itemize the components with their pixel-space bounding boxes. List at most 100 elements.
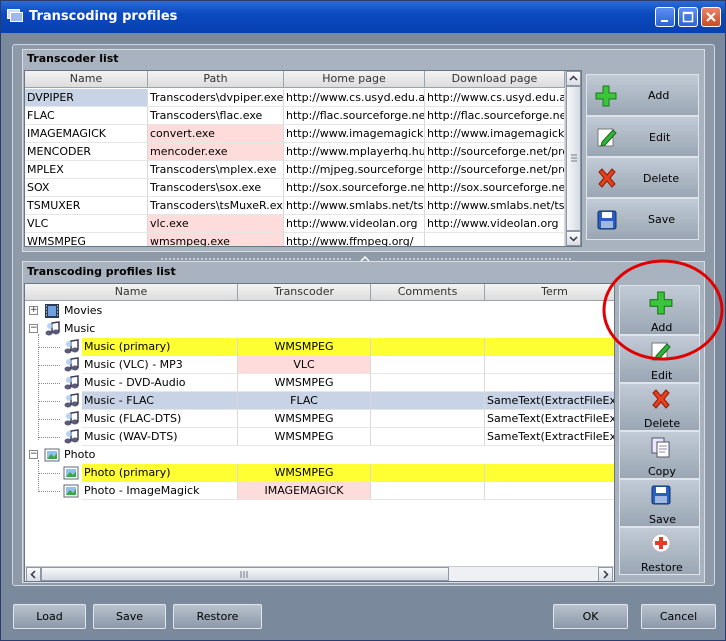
- transcoder-cell-path: Transcoders\dvpiper.exe: [148, 89, 284, 107]
- profile-copy-button[interactable]: Copy: [619, 431, 700, 479]
- transcoder-row[interactable]: SOX Transcoders\sox.exe http://sox.sourcef…: [25, 179, 565, 197]
- collapse-toggle[interactable]: −: [29, 450, 38, 459]
- transcoder-add-button[interactable]: Add: [586, 74, 699, 116]
- transcoder-save-button[interactable]: Save: [586, 198, 699, 240]
- transcoder-row[interactable]: VLC vlc.exe http://www.videolan.org http://…: [25, 215, 565, 233]
- transcoder-cell-name: DVPIPER: [25, 89, 148, 107]
- transcoder-row[interactable]: FLAC Transcoders\flac.exe http://flac.sour…: [25, 107, 565, 125]
- tree-folder-row[interactable]: − Photo: [25, 446, 614, 464]
- footer-save-button[interactable]: Save: [93, 604, 166, 629]
- transcoder-row[interactable]: WMSMPEG wmsmpeg.exe http://www.ffmpeg.org/: [25, 233, 565, 246]
- profile-restore-button[interactable]: Restore: [619, 527, 700, 575]
- delete-label: Delete: [644, 417, 681, 430]
- transcoder-cell-path: wmsmpeg.exe: [148, 233, 284, 246]
- transcoder-delete-button[interactable]: Delete: [586, 157, 699, 198]
- grip-icon: [571, 154, 577, 162]
- highlight-ring-annotation: [602, 259, 724, 361]
- tree-profile-row[interactable]: Music - FLACFLAC SameText(ExtractFileExt(…: [25, 392, 614, 410]
- tree-profile-row[interactable]: Music (VLC) - MP3 VLC: [25, 356, 614, 374]
- transcoder-edit-button[interactable]: Edit: [586, 116, 699, 157]
- cancel-button[interactable]: Cancel: [641, 604, 716, 629]
- transcoder-cell-name: TSMUXER: [25, 197, 148, 215]
- column-header-name[interactable]: Name: [25, 71, 148, 88]
- profile-cell-transcoder: WMSMPEG: [238, 410, 371, 428]
- minimize-button[interactable]: [655, 7, 675, 27]
- close-button[interactable]: [701, 7, 721, 27]
- transcoder-row[interactable]: IMAGEMAGICK convert.exe http://www.imagema…: [25, 125, 565, 143]
- column-header-home-page[interactable]: Home page: [284, 71, 425, 88]
- transcoder-cell-download: http://www.videolan.org: [425, 215, 565, 233]
- edit-label: Edit: [649, 131, 671, 144]
- column-header-transcoder[interactable]: Transcoder: [238, 284, 371, 301]
- folder-label: Movies: [64, 304, 103, 317]
- column-header-comments[interactable]: Comments: [371, 284, 485, 301]
- column-header-term[interactable]: Term: [485, 284, 614, 301]
- transcoder-cell-download: http://sourceforge.net/proje: [425, 161, 565, 179]
- tree-folder-row[interactable]: + Movies: [25, 302, 614, 320]
- title-bar[interactable]: Transcoding profiles: [1, 1, 725, 33]
- tree-profile-row[interactable]: Music (WAV-DTS) WMSMPEG SameText(ExtractFi…: [25, 428, 614, 446]
- profile-cell-transcoder: FLAC: [238, 392, 371, 410]
- tree-branch-line: [38, 473, 60, 474]
- transcoder-row[interactable]: MENCODER mencoder.exe http://www.mplayerhq…: [25, 143, 565, 161]
- profile-cell-term: [485, 338, 614, 356]
- profiles-horizontal-scrollbar[interactable]: [25, 566, 614, 581]
- maximize-button[interactable]: [678, 7, 698, 27]
- music-note-icon: [64, 393, 79, 408]
- tree-folder-row[interactable]: − Music: [25, 320, 614, 338]
- tree-profile-row[interactable]: Music (primary) WMSMPEG: [25, 338, 614, 356]
- expand-toggle[interactable]: +: [29, 306, 38, 315]
- ok-button[interactable]: OK: [553, 604, 628, 629]
- column-header-path[interactable]: Path: [148, 71, 284, 88]
- tree-profile-row[interactable]: Photo (primary) WMSMPEG: [25, 464, 614, 482]
- transcoder-cell-download: http://sox.sourceforge.net: [425, 179, 565, 197]
- section-splitter[interactable]: [161, 252, 571, 262]
- transcoder-cell-download: http://www.cs.usyd.edu.au,: [425, 89, 565, 107]
- footer-restore-button[interactable]: Restore: [173, 604, 262, 629]
- transcoder-row[interactable]: MPLEX Transcoders\mplex.exe http://mjpeg.s…: [25, 161, 565, 179]
- scroll-down-button[interactable]: [566, 231, 581, 246]
- transcoder-row[interactable]: DVPIPER Transcoders\dvpiper.exe http://www…: [25, 89, 565, 107]
- transcoder-cell-path: Transcoders\sox.exe: [148, 179, 284, 197]
- profile-delete-button[interactable]: Delete: [619, 383, 700, 431]
- save-label: Save: [649, 513, 677, 526]
- tree-profile-row[interactable]: Photo - ImageMagick IMAGEMAGICK: [25, 482, 614, 500]
- collapse-toggle[interactable]: −: [29, 324, 38, 333]
- horizontal-scroll-thumb[interactable]: [41, 567, 449, 581]
- tree-profile-row[interactable]: Music (FLAC-DTS) WMSMPEG SameText(ExtractF…: [25, 410, 614, 428]
- profile-cell-comments: [371, 428, 485, 446]
- transcoder-row[interactable]: TSMUXER Transcoders\tsMuxeR.exe http://www…: [25, 197, 565, 215]
- tree-branch-line: [38, 401, 60, 402]
- transcoder-cell-home: http://www.imagemagick.org: [284, 125, 425, 143]
- picture-icon: [63, 484, 79, 498]
- scroll-up-button[interactable]: [566, 71, 581, 86]
- transcoder-grid[interactable]: Name Path Home page Download page DVPIPE…: [24, 70, 582, 247]
- floppy-disk-icon: [651, 485, 671, 505]
- picture-icon: [44, 448, 60, 462]
- transcoder-vertical-scrollbar[interactable]: [565, 71, 581, 246]
- column-header-download-page[interactable]: Download page: [425, 71, 565, 88]
- column-header-profile-name[interactable]: Name: [25, 284, 238, 301]
- close-icon: [706, 12, 716, 22]
- profile-cell-name: Music (FLAC-DTS): [82, 410, 238, 428]
- scroll-left-button[interactable]: [26, 567, 41, 581]
- restore-label: Restore: [641, 561, 683, 574]
- transcoder-cell-path: Transcoders\flac.exe: [148, 107, 284, 125]
- tree-profile-row[interactable]: Music - DVD-Audio WMSMPEG: [25, 374, 614, 392]
- load-button[interactable]: Load: [13, 604, 86, 629]
- transcoder-cell-home: http://www.smlabs.net/tsmu: [284, 197, 425, 215]
- add-label: Add: [648, 89, 670, 102]
- profiles-tree-grid[interactable]: Name Transcoder Comments Term + Movies − Mu…: [24, 283, 615, 582]
- profiles-list-title: Transcoding profiles list: [27, 265, 176, 278]
- scroll-thumb[interactable]: [566, 86, 581, 231]
- music-note-icon: [45, 321, 60, 336]
- profile-cell-term: SameText(ExtractFileExt(m: [485, 428, 614, 446]
- red-x-icon: [652, 389, 670, 409]
- profile-cell-comments: [371, 374, 485, 392]
- transcoder-cell-download: http://flac.sourceforge.net/: [425, 107, 565, 125]
- transcoder-cell-download: [425, 233, 565, 246]
- scroll-right-button[interactable]: [598, 567, 613, 581]
- profile-save-button[interactable]: Save: [619, 479, 700, 527]
- music-note-icon: [64, 429, 79, 444]
- picture-icon: [63, 466, 79, 480]
